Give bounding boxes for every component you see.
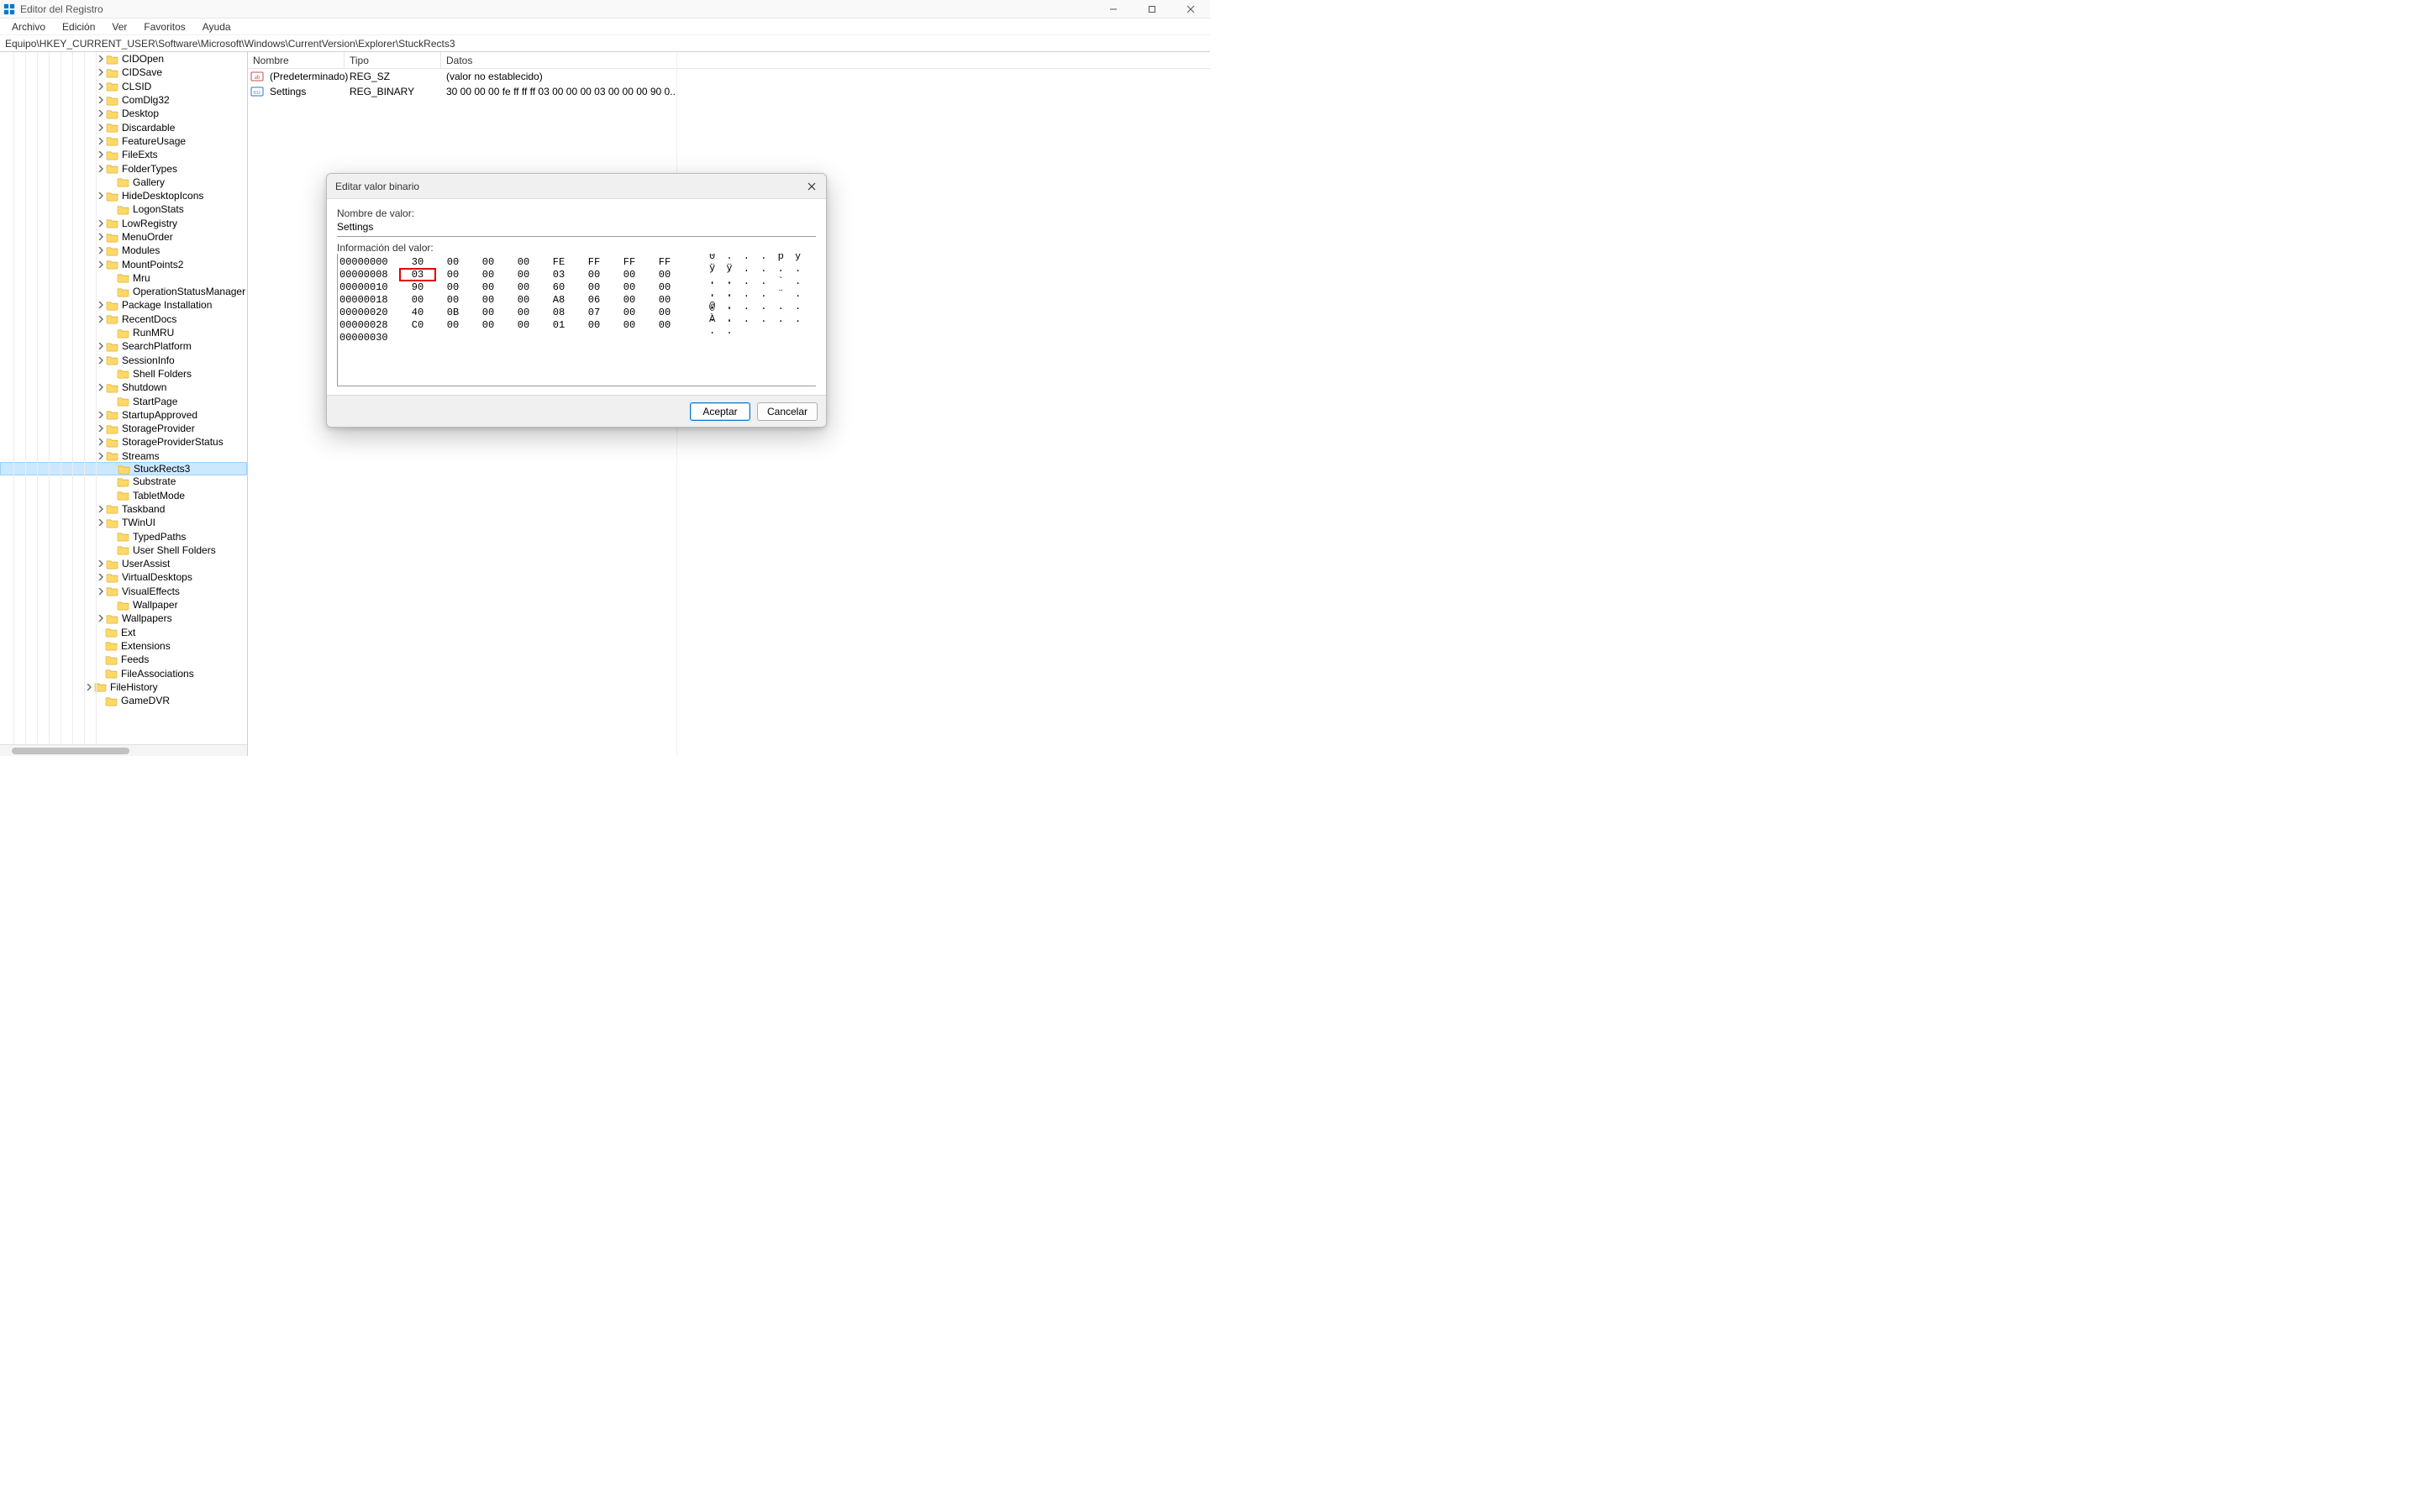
hex-offset: 00000018 (338, 294, 400, 306)
hex-byte[interactable]: 00 (506, 256, 541, 268)
hex-byte[interactable]: 07 (576, 307, 612, 318)
hex-byte[interactable]: 00 (506, 281, 541, 293)
hex-offset: 00000020 (338, 307, 400, 318)
hex-byte[interactable]: 00 (471, 256, 506, 268)
hex-byte[interactable]: 0B (435, 307, 471, 318)
hex-byte[interactable]: 00 (612, 294, 647, 306)
hex-editor[interactable]: 0000000030000000FEFFFFFF0 . . . þ ÿ ÿ ÿ0… (337, 254, 816, 386)
hex-byte[interactable]: 00 (471, 319, 506, 331)
dialog-close-button[interactable] (802, 177, 821, 196)
hex-byte[interactable]: 00 (506, 269, 541, 281)
hex-byte[interactable]: 00 (400, 294, 435, 306)
hex-byte[interactable]: 00 (435, 281, 471, 293)
hex-byte[interactable]: C0 (400, 319, 435, 331)
hex-byte[interactable]: 00 (576, 319, 612, 331)
hex-byte[interactable]: 00 (435, 269, 471, 281)
hex-byte[interactable]: 00 (576, 269, 612, 281)
hex-offset: 00000030 (338, 332, 400, 344)
hex-byte[interactable]: 00 (612, 269, 647, 281)
hex-byte[interactable]: 03 (541, 269, 576, 281)
cancel-button[interactable]: Cancelar (757, 402, 818, 421)
edit-binary-dialog: Editar valor binario Nombre de valor: Se… (326, 173, 827, 428)
hex-byte[interactable]: 08 (541, 307, 576, 318)
hex-byte[interactable]: 06 (576, 294, 612, 306)
hex-byte[interactable]: 00 (435, 294, 471, 306)
hex-byte[interactable]: 00 (647, 319, 682, 331)
hex-byte[interactable]: 00 (471, 281, 506, 293)
hex-byte[interactable]: 00 (647, 294, 682, 306)
hex-byte[interactable]: 00 (612, 281, 647, 293)
hex-byte[interactable]: 03 (400, 269, 435, 281)
hex-byte[interactable]: FF (576, 256, 612, 268)
value-data-label: Información del valor: (337, 242, 816, 254)
dialog-backdrop: Editar valor binario Nombre de valor: Se… (0, 0, 1210, 756)
hex-byte[interactable]: 00 (471, 269, 506, 281)
hex-byte[interactable]: 00 (647, 307, 682, 318)
hex-byte[interactable]: 00 (612, 307, 647, 318)
value-name-field[interactable]: Settings (337, 219, 816, 237)
hex-byte[interactable]: 00 (435, 319, 471, 331)
dialog-title: Editar valor binario (335, 181, 419, 192)
hex-byte[interactable]: 00 (506, 294, 541, 306)
hex-byte[interactable]: A8 (541, 294, 576, 306)
hex-byte[interactable]: 40 (400, 307, 435, 318)
value-name-label: Nombre de valor: (337, 207, 816, 219)
hex-byte[interactable]: 00 (647, 269, 682, 281)
hex-byte[interactable]: 01 (541, 319, 576, 331)
hex-byte[interactable]: 30 (400, 256, 435, 268)
hex-byte[interactable]: 00 (471, 307, 506, 318)
hex-byte[interactable]: FF (612, 256, 647, 268)
hex-byte[interactable]: 00 (506, 319, 541, 331)
hex-offset: 00000028 (338, 319, 400, 331)
hex-ascii: À . . . . . . . (702, 313, 816, 337)
hex-offset: 00000008 (338, 269, 400, 281)
hex-byte[interactable]: 00 (647, 281, 682, 293)
ok-button[interactable]: Aceptar (690, 402, 750, 421)
hex-byte[interactable]: 00 (612, 319, 647, 331)
hex-byte[interactable]: FF (647, 256, 682, 268)
hex-byte[interactable]: 60 (541, 281, 576, 293)
hex-byte[interactable]: FE (541, 256, 576, 268)
hex-offset: 00000010 (338, 281, 400, 293)
hex-byte[interactable]: 90 (400, 281, 435, 293)
dialog-titlebar: Editar valor binario (327, 174, 826, 199)
hex-byte[interactable]: 00 (471, 294, 506, 306)
hex-row[interactable]: 00000028C000000001000000À . . . . . . . (338, 318, 816, 331)
hex-byte[interactable]: 00 (506, 307, 541, 318)
hex-offset: 00000000 (338, 256, 400, 268)
hex-byte[interactable]: 00 (576, 281, 612, 293)
hex-byte[interactable]: 00 (435, 256, 471, 268)
